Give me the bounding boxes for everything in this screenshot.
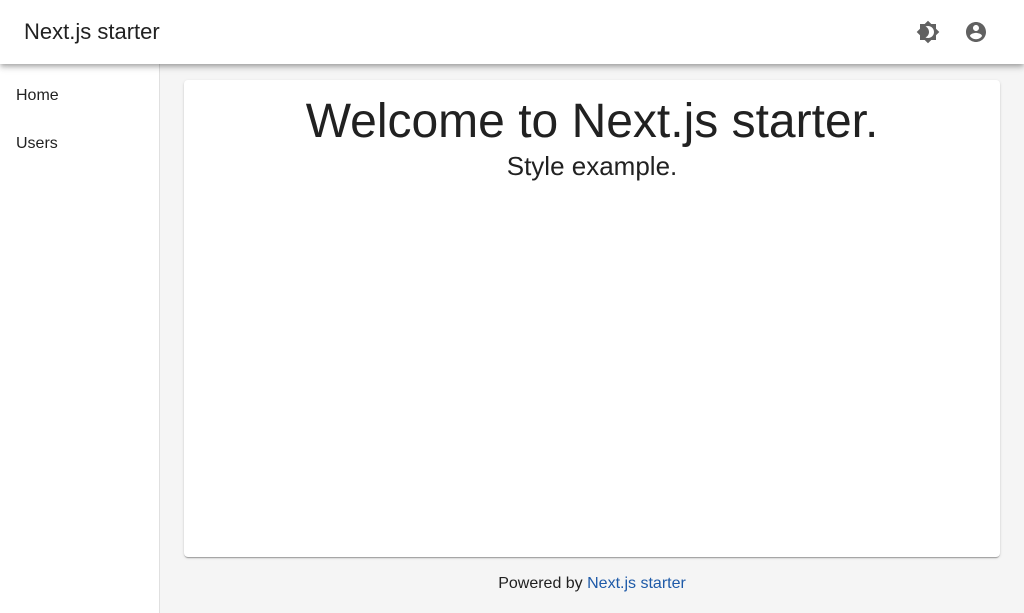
footer: Powered by Next.js starter bbox=[184, 572, 1000, 596]
footer-link[interactable]: Next.js starter bbox=[587, 575, 686, 592]
content-card: Welcome to Next.js starter. Style exampl… bbox=[184, 80, 1000, 557]
account-circle-icon bbox=[966, 22, 986, 42]
page-subheadline: Style example. bbox=[506, 151, 678, 181]
app-bar: Next.js starter bbox=[0, 0, 1024, 64]
sidebar: Home Users bbox=[0, 64, 160, 613]
app-title[interactable]: Next.js starter bbox=[24, 18, 160, 46]
theme-toggle-button[interactable] bbox=[904, 8, 952, 56]
footer-prefix: Powered by bbox=[498, 575, 588, 592]
page-headline: Welcome to Next.js starter. bbox=[305, 95, 879, 148]
main-content: Welcome to Next.js starter. Style exampl… bbox=[160, 64, 1024, 613]
sidebar-item-users[interactable]: Users bbox=[0, 120, 159, 168]
account-button[interactable] bbox=[952, 8, 1000, 56]
sidebar-item-home[interactable]: Home bbox=[0, 72, 159, 120]
brightness-icon bbox=[916, 20, 940, 44]
